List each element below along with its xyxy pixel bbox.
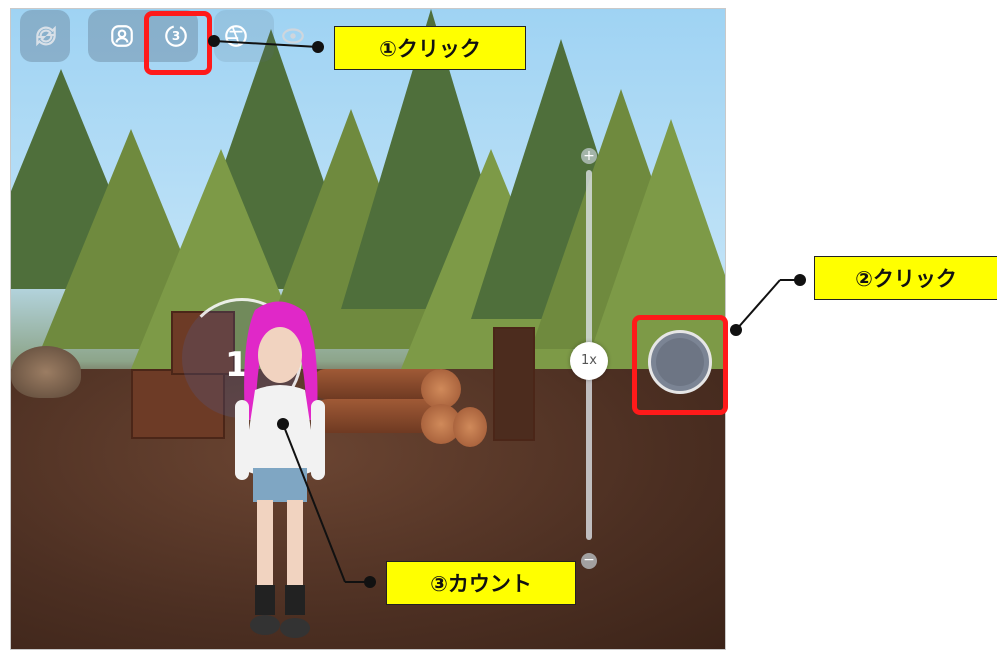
callout-step3: ③カウント	[386, 561, 576, 605]
callout-step1: ①クリック	[334, 26, 526, 70]
callout-lines	[208, 35, 806, 588]
callout-step2: ②クリック	[814, 256, 997, 300]
